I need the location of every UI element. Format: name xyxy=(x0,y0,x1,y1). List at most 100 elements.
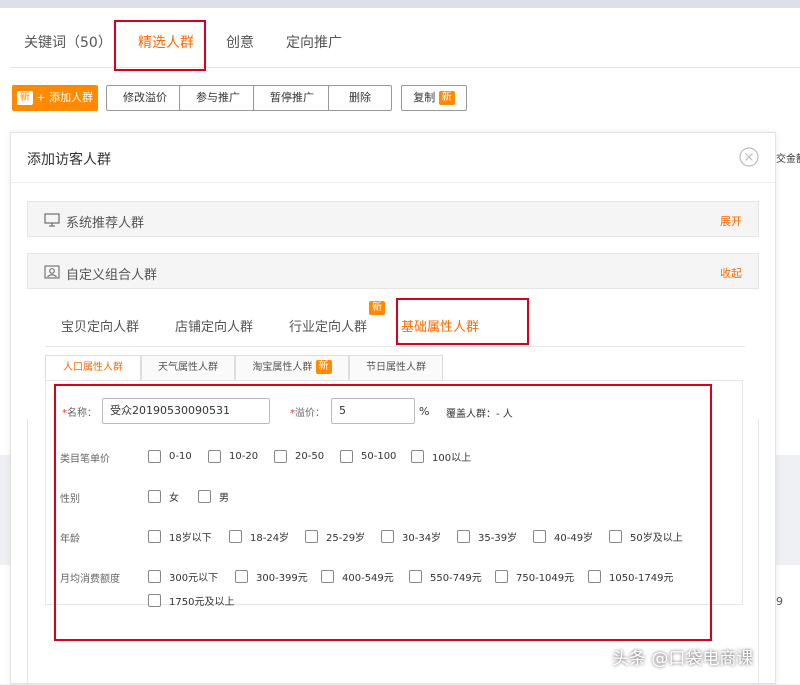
name-label: *名称： xyxy=(62,408,97,419)
price-option[interactable]: 100以上 xyxy=(411,449,471,465)
spend-option[interactable]: 400-549元 xyxy=(321,569,394,585)
age-option[interactable]: 18岁以下 xyxy=(148,529,212,545)
bid-unit: % xyxy=(419,405,430,418)
spend-option[interactable]: 300-399元 xyxy=(235,569,308,585)
gender-option[interactable]: 男 xyxy=(198,489,229,505)
tab-item-crowd[interactable]: 宝贝定向人群 xyxy=(61,316,139,335)
spend-option[interactable]: 1750元及以上 xyxy=(148,593,234,609)
delete-button[interactable]: 删除 xyxy=(328,85,392,111)
option-label: 50岁及以上 xyxy=(630,533,683,544)
age-option[interactable]: 40-49岁 xyxy=(533,529,593,545)
checkbox[interactable] xyxy=(148,570,161,583)
modify-bid-button[interactable]: 修改溢价 xyxy=(106,85,184,111)
checkbox[interactable] xyxy=(148,490,161,503)
checkbox[interactable] xyxy=(148,594,161,607)
copy-button[interactable]: 复制 新 xyxy=(401,85,467,111)
age-option[interactable]: 50岁及以上 xyxy=(609,529,683,545)
tab-population-attr[interactable]: 人口属性人群 xyxy=(45,355,141,381)
checkbox[interactable] xyxy=(229,530,242,543)
system-recommend-label: 系统推荐人群 xyxy=(66,216,145,231)
checkbox[interactable] xyxy=(457,530,470,543)
age-option[interactable]: 35-39岁 xyxy=(457,529,517,545)
option-label: 25-29岁 xyxy=(326,533,366,544)
checkbox[interactable] xyxy=(609,530,622,543)
new-badge: 新 xyxy=(369,301,385,315)
checkbox[interactable] xyxy=(148,530,161,543)
spend-option[interactable]: 750-1049元 xyxy=(495,569,574,585)
expand-link[interactable]: 展开 xyxy=(720,213,742,229)
tab-taobao-attr[interactable]: 淘宝属性人群 新 xyxy=(235,355,349,381)
age-option[interactable]: 18-24岁 xyxy=(229,529,289,545)
checkbox[interactable] xyxy=(274,450,287,463)
checkbox[interactable] xyxy=(198,490,211,503)
spend-option[interactable]: 1050-1749元 xyxy=(588,569,674,585)
tab-shop-crowd[interactable]: 店铺定向人群 xyxy=(175,316,253,335)
checkbox[interactable] xyxy=(208,450,221,463)
crowd-type-tabs: 宝贝定向人群 店铺定向人群 行业定向人群 基础属性人群 xyxy=(45,303,745,347)
gender-option[interactable]: 女 xyxy=(148,489,179,505)
checkbox[interactable] xyxy=(381,530,394,543)
price-option[interactable]: 20-50 xyxy=(274,449,324,465)
option-label: 20-50 xyxy=(295,451,325,462)
tab-keywords[interactable]: 关键词（50） xyxy=(24,32,112,52)
new-badge: 新 xyxy=(16,91,33,105)
checkbox[interactable] xyxy=(409,570,422,583)
system-recommend-panel[interactable]: 系统推荐人群 展开 xyxy=(27,201,759,237)
option-label: 18-24岁 xyxy=(250,533,290,544)
close-icon[interactable] xyxy=(739,147,759,167)
checkbox[interactable] xyxy=(411,450,424,463)
price-option[interactable]: 0-10 xyxy=(148,449,192,465)
tab-creative[interactable]: 创意 xyxy=(226,32,254,52)
option-label: 300-399元 xyxy=(256,573,308,584)
price-option[interactable]: 10-20 xyxy=(208,449,258,465)
spend-option[interactable]: 300元以下 xyxy=(148,569,218,585)
option-label: 18岁以下 xyxy=(169,533,212,544)
checkbox[interactable] xyxy=(321,570,334,583)
option-label: 300元以下 xyxy=(169,573,219,584)
price-row-label: 类目笔单价 xyxy=(60,454,110,465)
modal-title: 添加访客人群 xyxy=(27,152,111,168)
spend-row-label: 月均消费额度 xyxy=(60,574,120,585)
collapse-link[interactable]: 收起 xyxy=(720,265,742,281)
tab-targeted-promo[interactable]: 定向推广 xyxy=(286,32,342,52)
spend-option[interactable]: 550-749元 xyxy=(409,569,482,585)
crowd-name-input[interactable]: 受众20190530090531 xyxy=(102,398,270,424)
modal-header: 添加访客人群 xyxy=(11,133,775,183)
crowd-icon xyxy=(44,265,60,279)
checkbox[interactable] xyxy=(148,450,161,463)
option-label: 1050-1749元 xyxy=(609,573,674,584)
option-label: 男 xyxy=(219,493,229,504)
option-label: 35-39岁 xyxy=(478,533,518,544)
option-label: 女 xyxy=(169,493,179,504)
coverage-text: 覆盖人群：- 人 xyxy=(446,409,513,420)
checkbox[interactable] xyxy=(495,570,508,583)
custom-combo-panel[interactable]: 自定义组合人群 收起 xyxy=(27,253,759,289)
tab-weather-attr[interactable]: 天气属性人群 xyxy=(141,355,235,381)
option-label: 400-549元 xyxy=(342,573,394,584)
checkbox[interactable] xyxy=(588,570,601,583)
taobao-attr-label: 淘宝属性人群 xyxy=(252,362,313,373)
cell-value-cut: 9 xyxy=(776,595,783,608)
checkbox[interactable] xyxy=(533,530,546,543)
bid-input[interactable]: 5 xyxy=(331,398,415,424)
tab-holiday-attr[interactable]: 节日属性人群 xyxy=(349,355,443,381)
age-option[interactable]: 25-29岁 xyxy=(305,529,365,545)
checkbox[interactable] xyxy=(305,530,318,543)
new-badge: 新 xyxy=(315,360,332,374)
highlight-box-basic-attr xyxy=(396,298,529,345)
custom-combo-label: 自定义组合人群 xyxy=(66,268,158,283)
add-crowd-label: + 添加人群 xyxy=(36,91,94,104)
option-label: 100以上 xyxy=(432,453,472,464)
option-label: 40-49岁 xyxy=(554,533,594,544)
new-badge: 新 xyxy=(438,91,455,105)
join-promo-button[interactable]: 参与推广 xyxy=(179,85,257,111)
add-crowd-button[interactable]: 新 + 添加人群 xyxy=(12,85,98,111)
checkbox[interactable] xyxy=(235,570,248,583)
age-row-label: 年龄 xyxy=(60,534,80,545)
monitor-icon xyxy=(44,213,60,227)
pause-promo-button[interactable]: 暂停推广 xyxy=(253,85,331,111)
tab-industry-crowd[interactable]: 行业定向人群 xyxy=(289,316,367,335)
checkbox[interactable] xyxy=(340,450,353,463)
age-option[interactable]: 30-34岁 xyxy=(381,529,441,545)
price-option[interactable]: 50-100 xyxy=(340,449,396,465)
